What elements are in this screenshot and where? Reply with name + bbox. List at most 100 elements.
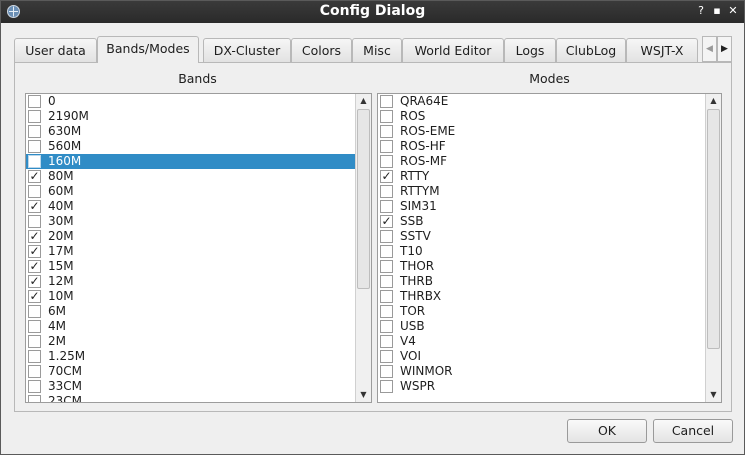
list-item[interactable]: ✓ 17M — [26, 244, 355, 259]
list-item[interactable]: 0 — [26, 94, 355, 109]
list-item[interactable]: V4 — [378, 334, 705, 349]
list-item[interactable]: ROS-HF — [378, 139, 705, 154]
checkbox[interactable]: ✓ — [28, 245, 41, 258]
tab-clublog[interactable]: ClubLog — [556, 38, 626, 62]
tab-wsjt-x[interactable]: WSJT-X — [626, 38, 698, 62]
list-item[interactable]: ROS — [378, 109, 705, 124]
context-help-icon[interactable]: ? — [694, 4, 708, 18]
tab-logs[interactable]: Logs — [504, 38, 556, 62]
list-item[interactable]: 30M — [26, 214, 355, 229]
tab-colors[interactable]: Colors — [291, 38, 352, 62]
title-bar[interactable]: Config Dialog ? ▪ ✕ — [1, 1, 744, 23]
checkbox[interactable] — [380, 380, 393, 393]
checkbox[interactable] — [28, 395, 41, 402]
tab-scroll-left-icon[interactable]: ◀ — [702, 36, 717, 62]
checkbox[interactable] — [28, 335, 41, 348]
checkbox[interactable]: ✓ — [380, 170, 393, 183]
list-item[interactable]: ✓ 15M — [26, 259, 355, 274]
checkbox[interactable] — [380, 125, 393, 138]
list-item[interactable]: SIM31 — [378, 199, 705, 214]
list-item[interactable]: USB — [378, 319, 705, 334]
checkbox[interactable]: ✓ — [28, 230, 41, 243]
scroll-up-icon[interactable]: ▲ — [706, 94, 721, 108]
tab-misc[interactable]: Misc — [352, 38, 402, 62]
tab-scroll-right-icon[interactable]: ▶ — [717, 36, 732, 62]
checkbox[interactable] — [380, 290, 393, 303]
list-item[interactable]: T10 — [378, 244, 705, 259]
list-item[interactable]: THRBX — [378, 289, 705, 304]
checkbox[interactable] — [28, 95, 41, 108]
list-item[interactable]: ROS-EME — [378, 124, 705, 139]
scroll-up-icon[interactable]: ▲ — [356, 94, 371, 108]
close-icon[interactable]: ✕ — [726, 4, 740, 18]
cancel-button[interactable]: Cancel — [653, 419, 733, 443]
tab-world-editor[interactable]: World Editor — [402, 38, 504, 62]
list-item[interactable]: ✓ 40M — [26, 199, 355, 214]
checkbox[interactable] — [380, 95, 393, 108]
checkbox[interactable] — [28, 140, 41, 153]
list-item[interactable]: 2M — [26, 334, 355, 349]
list-item[interactable]: TOR — [378, 304, 705, 319]
list-item[interactable]: 630M — [26, 124, 355, 139]
bands-scroll-thumb[interactable] — [357, 109, 370, 289]
list-item[interactable]: ROS-MF — [378, 154, 705, 169]
checkbox[interactable] — [28, 155, 41, 168]
checkbox[interactable] — [380, 230, 393, 243]
list-item[interactable]: WSPR — [378, 379, 705, 394]
ok-button[interactable]: OK — [567, 419, 647, 443]
checkbox[interactable] — [380, 320, 393, 333]
checkbox[interactable]: ✓ — [28, 275, 41, 288]
list-item[interactable]: VOI — [378, 349, 705, 364]
list-item[interactable]: THOR — [378, 259, 705, 274]
checkbox[interactable] — [380, 110, 393, 123]
checkbox[interactable]: ✓ — [28, 290, 41, 303]
checkbox[interactable] — [28, 305, 41, 318]
list-item[interactable]: 33CM — [26, 379, 355, 394]
modes-scroll-thumb[interactable] — [707, 109, 720, 349]
bands-list[interactable]: 0 2190M 630M 560M 160M ✓ 80M 60M ✓ 40M 30M ✓ 20M ✓ 17M… — [25, 93, 372, 403]
list-item[interactable]: SSTV — [378, 229, 705, 244]
list-item[interactable]: 4M — [26, 319, 355, 334]
checkbox[interactable] — [28, 185, 41, 198]
checkbox[interactable] — [380, 365, 393, 378]
list-item[interactable]: ✓ 80M — [26, 169, 355, 184]
checkbox[interactable] — [28, 365, 41, 378]
checkbox[interactable] — [380, 275, 393, 288]
tab-dx-cluster[interactable]: DX-Cluster — [203, 38, 291, 62]
checkbox[interactable] — [380, 260, 393, 273]
checkbox[interactable]: ✓ — [28, 200, 41, 213]
modes-scrollbar[interactable]: ▲ ▼ — [705, 94, 721, 402]
list-item[interactable]: WINMOR — [378, 364, 705, 379]
checkbox[interactable] — [380, 155, 393, 168]
checkbox[interactable] — [28, 110, 41, 123]
scroll-down-icon[interactable]: ▼ — [706, 388, 721, 402]
list-item[interactable]: 6M — [26, 304, 355, 319]
checkbox[interactable] — [380, 305, 393, 318]
modes-list[interactable]: QRA64E ROS ROS-EME ROS-HF ROS-MF ✓ RTTY RTTYM SI… — [377, 93, 722, 403]
checkbox[interactable]: ✓ — [28, 170, 41, 183]
checkbox[interactable] — [380, 185, 393, 198]
list-item[interactable]: ✓ RTTY — [378, 169, 705, 184]
list-item[interactable]: 560M — [26, 139, 355, 154]
list-item[interactable]: ✓ 12M — [26, 274, 355, 289]
checkbox[interactable] — [380, 200, 393, 213]
list-item[interactable]: 60M — [26, 184, 355, 199]
list-item[interactable]: 23CM — [26, 394, 355, 402]
bands-scrollbar[interactable]: ▲ ▼ — [355, 94, 371, 402]
checkbox[interactable] — [28, 350, 41, 363]
checkbox[interactable] — [28, 380, 41, 393]
list-item[interactable]: QRA64E — [378, 94, 705, 109]
list-item[interactable]: 1.25M — [26, 349, 355, 364]
checkbox[interactable]: ✓ — [28, 260, 41, 273]
tab-user-data[interactable]: User data — [14, 38, 97, 62]
checkbox[interactable] — [380, 245, 393, 258]
maximize-icon[interactable]: ▪ — [710, 4, 724, 18]
list-item[interactable]: ✓ SSB — [378, 214, 705, 229]
list-item[interactable]: RTTYM — [378, 184, 705, 199]
checkbox[interactable] — [28, 320, 41, 333]
tab-bands-modes[interactable]: Bands/Modes — [97, 36, 199, 63]
checkbox[interactable] — [380, 335, 393, 348]
list-item[interactable]: ✓ 10M — [26, 289, 355, 304]
checkbox[interactable] — [28, 125, 41, 138]
checkbox[interactable]: ✓ — [380, 215, 393, 228]
